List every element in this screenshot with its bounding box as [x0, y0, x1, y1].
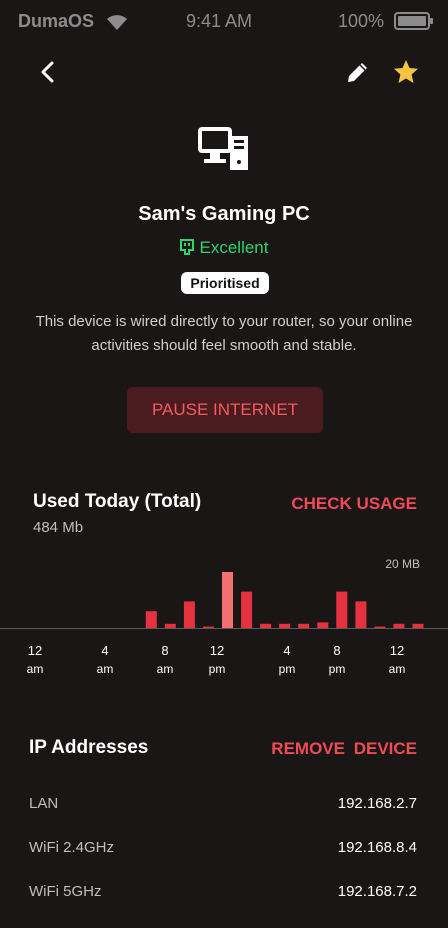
clock: 9:41 AM [186, 11, 253, 31]
usage-total: 484 Mb [33, 519, 84, 536]
usage-bar [164, 623, 176, 628]
ip-label: WiFi 5GHz [29, 883, 102, 900]
x-tick-label: 4 am [85, 641, 125, 679]
back-icon[interactable] [34, 58, 62, 86]
pencil-icon[interactable] [344, 58, 372, 86]
battery-percentage: 100% [338, 11, 385, 31]
ip-row-wifi-5: WiFi 5GHz 192.168.7.2 [29, 883, 417, 907]
usage-bar [355, 601, 367, 628]
usage-bar [183, 601, 195, 628]
x-tick-hour: 12 [27, 643, 43, 658]
x-tick-period: am [26, 662, 44, 676]
priority-badge: Prioritised [181, 272, 269, 294]
battery-icon [394, 12, 433, 30]
x-tick-label: 12 am [15, 641, 55, 679]
x-tick-label: 4 pm [267, 641, 307, 679]
usage-bar [412, 623, 424, 628]
x-tick-hour: 4 [101, 643, 109, 658]
status-bar: DumaOS 9:41 AM 100% [0, 0, 448, 42]
connection-status-label: Excellent [199, 238, 269, 257]
ip-row-wifi-24: WiFi 2.4GHz 192.168.8.4 [29, 839, 417, 863]
usage-bar [393, 623, 405, 628]
x-tick-period: am [388, 662, 406, 676]
ip-addresses-title: IP Addresses [29, 737, 149, 758]
desktop-pc-icon [198, 127, 248, 170]
check-usage-button[interactable]: CHECK USAGE [270, 494, 417, 514]
x-tick-period: pm [208, 662, 226, 676]
pause-internet-button[interactable]: PAUSE INTERNET [127, 387, 323, 433]
usage-bar [317, 622, 329, 628]
usage-bar [241, 591, 253, 628]
ip-label: LAN [29, 795, 59, 812]
x-tick-label: 8 pm [317, 641, 357, 679]
usage-bar [145, 611, 157, 628]
x-tick-hour: 8 [333, 643, 341, 658]
wifi-icon [107, 15, 127, 30]
x-tick-period: pm [278, 662, 296, 676]
usage-title: Used Today (Total) [33, 491, 202, 512]
top-nav [0, 52, 448, 92]
x-tick-label: 12 pm [197, 641, 237, 679]
usage-bar [279, 623, 291, 628]
usage-bar [203, 626, 214, 628]
usage-bar [374, 626, 386, 628]
device-description: This device is wired directly to your ro… [35, 313, 413, 354]
ip-label: WiFi 2.4GHz [29, 839, 115, 856]
x-tick-period: pm [328, 662, 346, 676]
x-tick-label: 8 am [145, 641, 185, 679]
x-tick-hour: 4 [283, 643, 291, 658]
ip-value: 192.168.8.4 [337, 839, 417, 856]
usage-chart-svg [0, 572, 448, 629]
usage-bar [222, 572, 233, 628]
ethernet-plug-icon [179, 239, 194, 255]
usage-bar [260, 623, 272, 628]
x-tick-period: am [156, 662, 174, 676]
remove-device-button[interactable]: REMOVE DEVICE [250, 739, 417, 759]
x-tick-period: am [96, 662, 114, 676]
x-tick-hour: 12 [389, 643, 405, 658]
device-name: Sam's Gaming PC [138, 203, 310, 225]
usage-chart [0, 560, 448, 632]
usage-bar [298, 623, 310, 628]
x-tick-hour: 12 [209, 643, 225, 658]
x-tick-hour: 8 [161, 643, 169, 658]
x-tick-label: 12 am [377, 641, 417, 679]
ip-value: 192.168.2.7 [337, 795, 417, 812]
ip-row-lan: LAN 192.168.2.7 [29, 795, 417, 819]
connection-status: Excellent [0, 238, 448, 258]
carrier-name: DumaOS [18, 11, 95, 31]
ip-value: 192.168.7.2 [337, 883, 417, 900]
star-icon[interactable] [392, 58, 420, 86]
usage-bar [336, 591, 348, 628]
